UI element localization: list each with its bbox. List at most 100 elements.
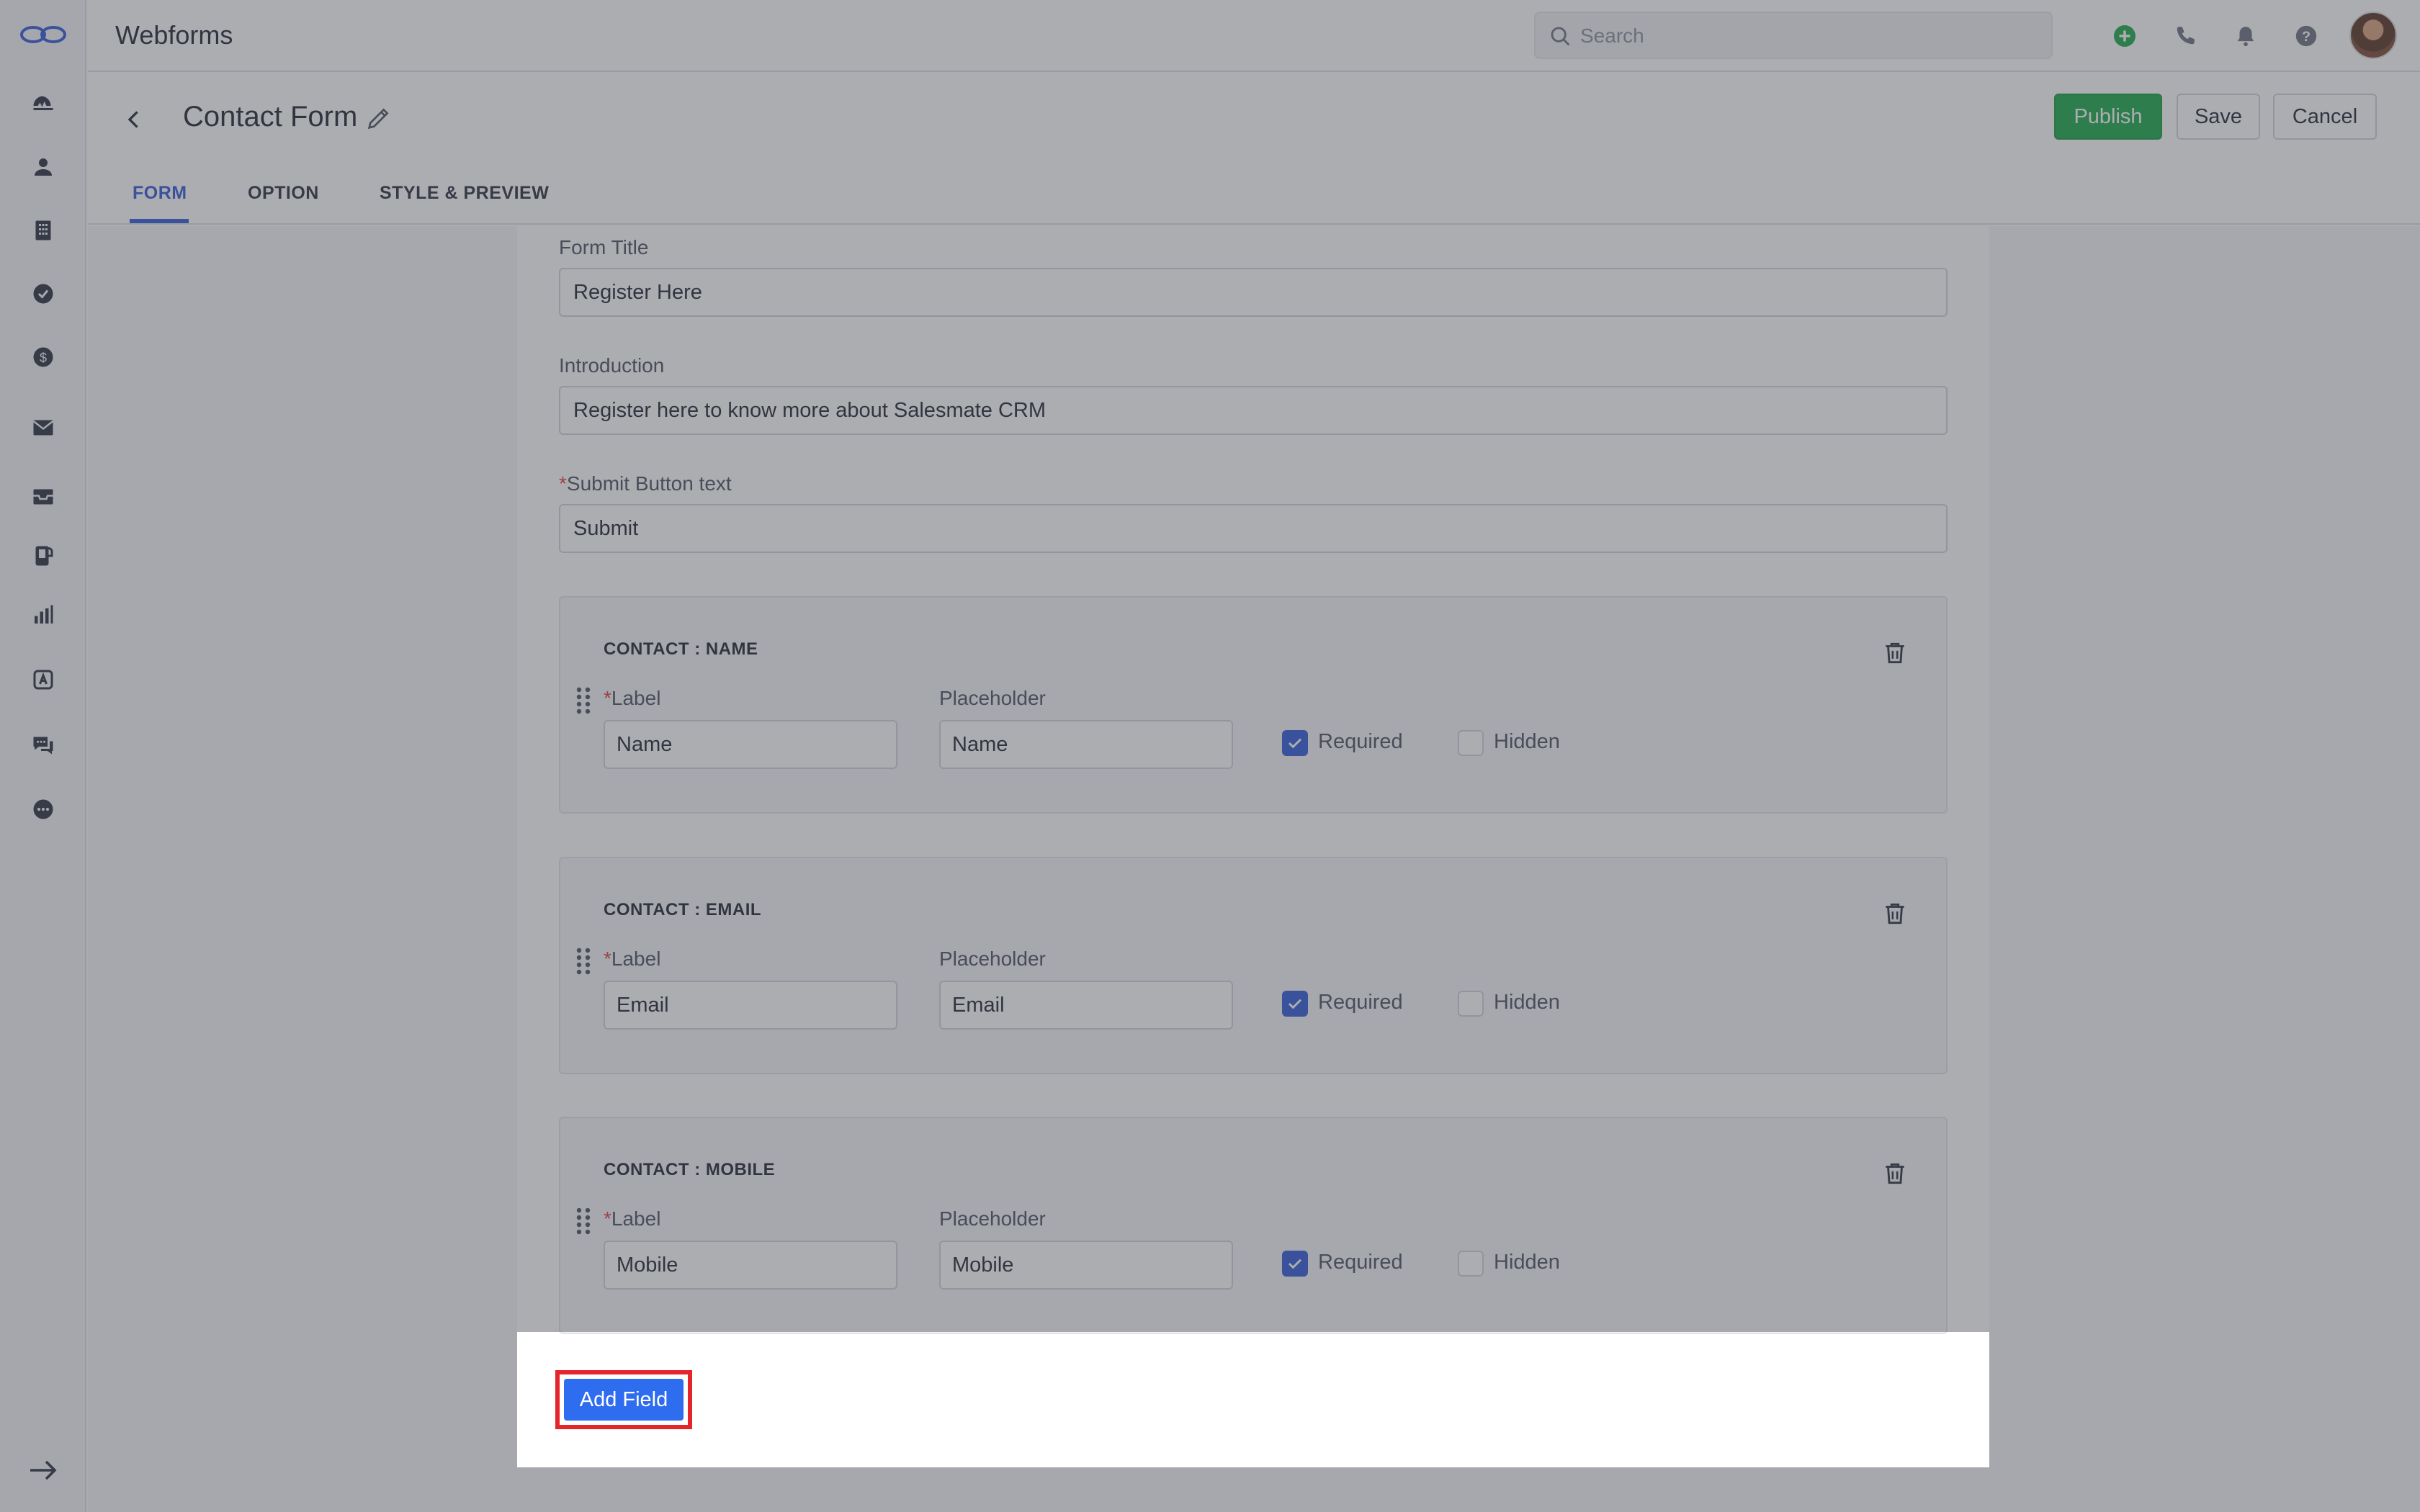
hidden-checkbox[interactable] <box>1458 730 1484 756</box>
phone-button[interactable] <box>2169 20 2201 52</box>
label-caption: *Label <box>604 687 660 710</box>
sidebar-item-more[interactable] <box>26 792 60 827</box>
dashboard-icon <box>33 96 53 110</box>
sidebar-item-automation[interactable] <box>26 662 60 697</box>
placeholder-input[interactable]: Mobile <box>939 1241 1233 1290</box>
hidden-checkbox[interactable] <box>1458 991 1484 1017</box>
chat-icon <box>33 737 53 755</box>
label-input[interactable]: Mobile <box>604 1241 897 1290</box>
required-label: Required <box>1318 1251 1403 1274</box>
label-caption-text: Label <box>611 687 661 709</box>
required-checkbox[interactable] <box>1282 991 1308 1017</box>
required-asterisk: * <box>604 1207 611 1230</box>
calls-icon <box>35 546 53 566</box>
inbox-icon <box>33 489 53 505</box>
expand-icon[interactable] <box>26 1453 60 1488</box>
required-asterisk: * <box>604 687 611 709</box>
label-caption-text: Label <box>611 1207 661 1230</box>
sidebar-item-tasks[interactable] <box>26 276 60 311</box>
top-bar: Webforms ? <box>88 0 2420 72</box>
field-card-email: CONTACT : EMAIL *Label Placeholder Email… <box>559 857 1948 1074</box>
tab-form[interactable]: FORM <box>133 183 187 204</box>
bell-icon <box>2237 27 2254 47</box>
form-title-label: Form Title <box>559 236 649 258</box>
help-button[interactable]: ? <box>2290 20 2322 52</box>
trash-icon[interactable] <box>1881 1160 1909 1187</box>
sidebar-item-deals[interactable]: $ <box>26 340 60 374</box>
drag-handle-icon[interactable] <box>573 685 593 714</box>
plus-circle-icon <box>2114 25 2136 47</box>
search-box[interactable] <box>1534 12 2053 59</box>
sidebar-item-contacts[interactable] <box>26 150 60 184</box>
submit-text-label-text: Submit Button text <box>566 472 732 495</box>
required-asterisk: * <box>559 472 567 495</box>
trash-icon[interactable] <box>1881 639 1909 667</box>
sidebar-item-dashboard[interactable] <box>26 86 60 121</box>
back-button[interactable] <box>117 102 151 137</box>
required-asterisk: * <box>604 948 611 970</box>
submit-text-label: *Submit Button text <box>559 472 732 495</box>
notifications-button[interactable] <box>2230 20 2262 52</box>
sidebar-item-reports[interactable] <box>26 598 60 632</box>
form-header: Contact Form Publish Save Cancel FORM OP… <box>88 73 2420 225</box>
sidebar-item-chat[interactable] <box>26 727 60 762</box>
add-button[interactable] <box>2109 20 2141 52</box>
required-checkbox[interactable] <box>1282 730 1308 756</box>
app-title: Webforms <box>115 20 233 50</box>
save-button[interactable]: Save <box>2177 94 2260 140</box>
pencil-icon[interactable] <box>364 104 393 132</box>
hidden-checkbox[interactable] <box>1458 1251 1484 1277</box>
drag-handle-icon[interactable] <box>573 946 593 975</box>
email-icon <box>32 420 54 436</box>
label-input[interactable]: Name <box>604 720 897 769</box>
app-logo-icon[interactable] <box>19 20 68 49</box>
search-input[interactable] <box>1580 20 2027 52</box>
check-icon <box>1288 738 1302 749</box>
sidebar-item-companies[interactable] <box>26 213 60 248</box>
contacts-icon <box>35 158 52 176</box>
sidebar: $ <box>0 0 86 1512</box>
add-field-highlight: Add Field <box>555 1370 692 1429</box>
hidden-label: Hidden <box>1494 991 1560 1014</box>
form-title-input[interactable]: Register Here <box>559 268 1948 317</box>
deals-icon: $ <box>33 347 53 367</box>
chevron-left-icon <box>127 111 138 128</box>
svg-text:?: ? <box>2302 29 2311 45</box>
tab-option[interactable]: OPTION <box>248 183 319 204</box>
avatar[interactable] <box>2349 12 2397 59</box>
publish-button[interactable]: Publish <box>2054 94 2162 140</box>
companies-icon <box>35 220 51 240</box>
drag-handle-icon[interactable] <box>573 1206 593 1235</box>
field-card-mobile: CONTACT : MOBILE *Label Placeholder Mobi… <box>559 1117 1948 1334</box>
placeholder-input[interactable]: Name <box>939 720 1233 769</box>
placeholder-input[interactable]: Email <box>939 981 1233 1030</box>
label-caption: *Label <box>604 948 660 971</box>
trash-icon[interactable] <box>1881 900 1909 927</box>
page-title: Contact Form <box>183 101 358 132</box>
cancel-button[interactable]: Cancel <box>2273 94 2377 140</box>
add-field-button[interactable]: Add Field <box>564 1379 684 1421</box>
automation-icon <box>33 670 53 690</box>
more-icon <box>33 799 53 819</box>
field-card-title: CONTACT : NAME <box>604 639 758 659</box>
submit-text-input[interactable]: Submit <box>559 504 1948 553</box>
introduction-label: Introduction <box>559 354 665 377</box>
label-caption: *Label <box>604 1207 660 1230</box>
sidebar-item-inbox[interactable] <box>26 480 60 514</box>
introduction-input[interactable]: Register here to know more about Salesma… <box>559 386 1948 435</box>
required-checkbox[interactable] <box>1282 1251 1308 1277</box>
sidebar-item-calls[interactable] <box>26 539 60 573</box>
hidden-label: Hidden <box>1494 730 1560 753</box>
field-card-title: CONTACT : MOBILE <box>604 1160 776 1179</box>
svg-text:$: $ <box>40 351 47 365</box>
placeholder-caption: Placeholder <box>939 687 1046 709</box>
field-card-title: CONTACT : EMAIL <box>604 900 762 919</box>
required-label: Required <box>1318 730 1403 753</box>
label-input[interactable]: Email <box>604 981 897 1030</box>
field-card-name: CONTACT : NAME *Label Placeholder Name N… <box>559 596 1948 814</box>
sidebar-item-email[interactable] <box>26 410 60 445</box>
tab-style-preview[interactable]: STYLE & PREVIEW <box>380 183 549 204</box>
help-icon: ? <box>2295 25 2317 47</box>
placeholder-caption: Placeholder <box>939 948 1046 970</box>
tasks-icon <box>33 284 53 304</box>
